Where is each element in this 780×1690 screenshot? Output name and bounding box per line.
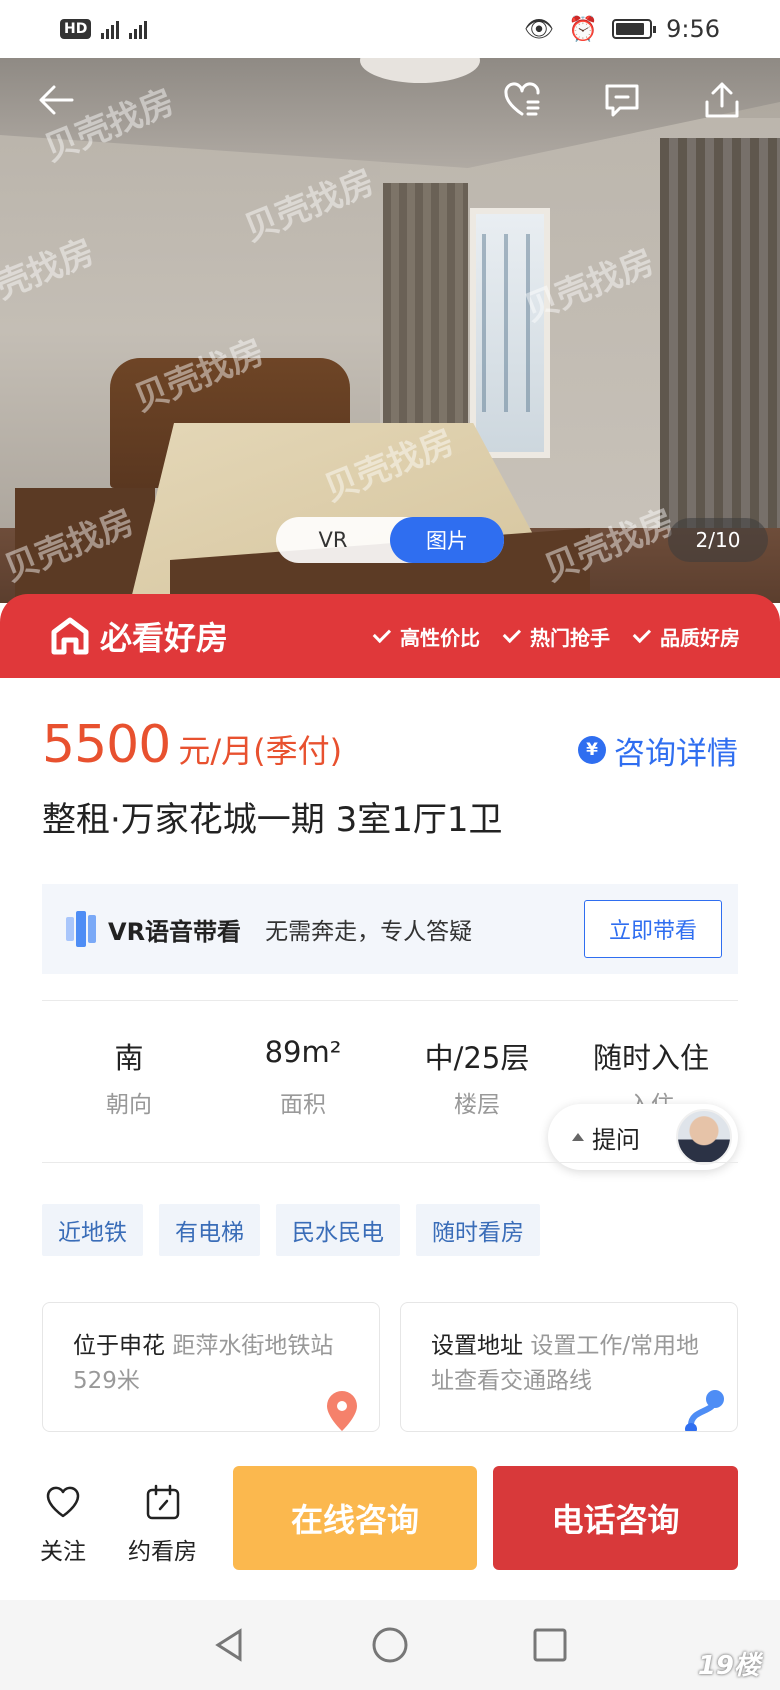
location-pin-icon [327,1391,357,1431]
price-value: 5500 [42,715,171,775]
photo-counter: 2/10 [668,518,768,562]
battery-icon [612,19,657,39]
check-icon [632,624,652,644]
stat-floor: 中/25层 楼层 [424,1041,530,1118]
nav-back-icon[interactable] [210,1625,250,1665]
media-toggle: VR 图片 [276,517,504,563]
feature-tag: 随时看房 [416,1204,540,1256]
heart-icon [46,1486,80,1518]
yen-icon: ¥ [578,736,606,764]
feature-tag: 近地铁 [42,1204,143,1256]
price-unit: 元/月(季付) [178,732,343,770]
system-nav-bar: 19楼 [0,1600,780,1690]
banner-tag: 热门抢手 [502,622,610,651]
feature-tag: 有电梯 [159,1204,260,1256]
banner-logo: 必看好房 [50,613,228,659]
route-icon [685,1390,724,1431]
clock: 9:56 [666,15,720,43]
consult-details-link[interactable]: ¥ 咨询详情 [578,728,738,773]
network-indicators: HD [60,19,148,39]
divider [42,1000,738,1001]
vr-tour-card: VR语音带看 无需奔走，专人答疑 立即带看 [42,884,738,974]
ask-question-button[interactable]: 提问 [548,1104,738,1170]
feature-tag: 民水民电 [276,1204,400,1256]
start-vr-tour-button[interactable]: 立即带看 [584,900,722,958]
follow-button[interactable]: 关注 [40,1482,86,1566]
set-address-card[interactable]: 设置地址 设置工作/常用地址查看交通路线 [400,1302,738,1432]
vr-label: VR语音带看 [108,917,242,946]
message-button[interactable] [594,72,650,128]
signal-icon [101,19,120,39]
toggle-photo[interactable]: 图片 [390,517,504,563]
caret-up-icon [572,1133,584,1141]
agent-avatar [676,1109,732,1165]
toggle-vr[interactable]: VR [276,517,390,563]
signal-icon-2 [129,19,148,39]
banner-tag: 品质好房 [632,622,740,651]
nav-home-icon[interactable] [370,1625,410,1665]
site-watermark: 19楼 [697,1651,760,1681]
divider [42,1162,738,1163]
share-button[interactable] [694,72,750,128]
eye-icon: 👁 [523,15,555,43]
nav-recents-icon[interactable] [530,1625,570,1665]
listing-title: 整租·万家花城一期 3室1厅1卫 [42,800,503,840]
bottom-action-bar: 关注 约看房 在线咨询 电话咨询 [0,1432,780,1582]
check-icon [502,624,522,644]
phone-consult-button[interactable]: 电话咨询 [493,1466,738,1570]
hd-icon: HD [60,19,92,39]
vr-description: 无需奔走，专人答疑 [265,919,473,945]
alarm-icon: ⏰ [568,15,599,43]
online-consult-button[interactable]: 在线咨询 [233,1466,477,1570]
check-icon [372,624,392,644]
stat-area: 89m² 面积 [264,1035,342,1118]
listing-photo[interactable]: 贝壳找房 贝壳找房 贝壳找房 贝壳找房 贝壳找房 贝壳找房 贝壳找房 贝壳找房 … [0,58,780,603]
must-see-banner: 必看好房 高性价比 热门抢手 品质好房 [0,594,780,678]
favorite-list-button[interactable] [494,72,550,128]
location-card[interactable]: 位于申花 距萍水街地铁站529米 [42,1302,380,1432]
back-button[interactable] [28,72,84,128]
feature-tags: 近地铁 有电梯 民水民电 随时看房 [42,1204,540,1256]
banner-tag: 高性价比 [372,622,480,651]
status-bar: HD 👁 ⏰ 9:56 [0,0,780,58]
stat-orientation: 南 朝向 [106,1041,152,1118]
schedule-viewing-button[interactable]: 约看房 [128,1482,197,1566]
price-row: 5500 元/月(季付) ¥ 咨询详情 [42,715,738,785]
house-icon [51,617,89,655]
banner-title: 必看好房 [100,619,229,657]
calendar-icon [146,1484,179,1520]
vr-icon [66,911,98,947]
window [470,208,550,458]
